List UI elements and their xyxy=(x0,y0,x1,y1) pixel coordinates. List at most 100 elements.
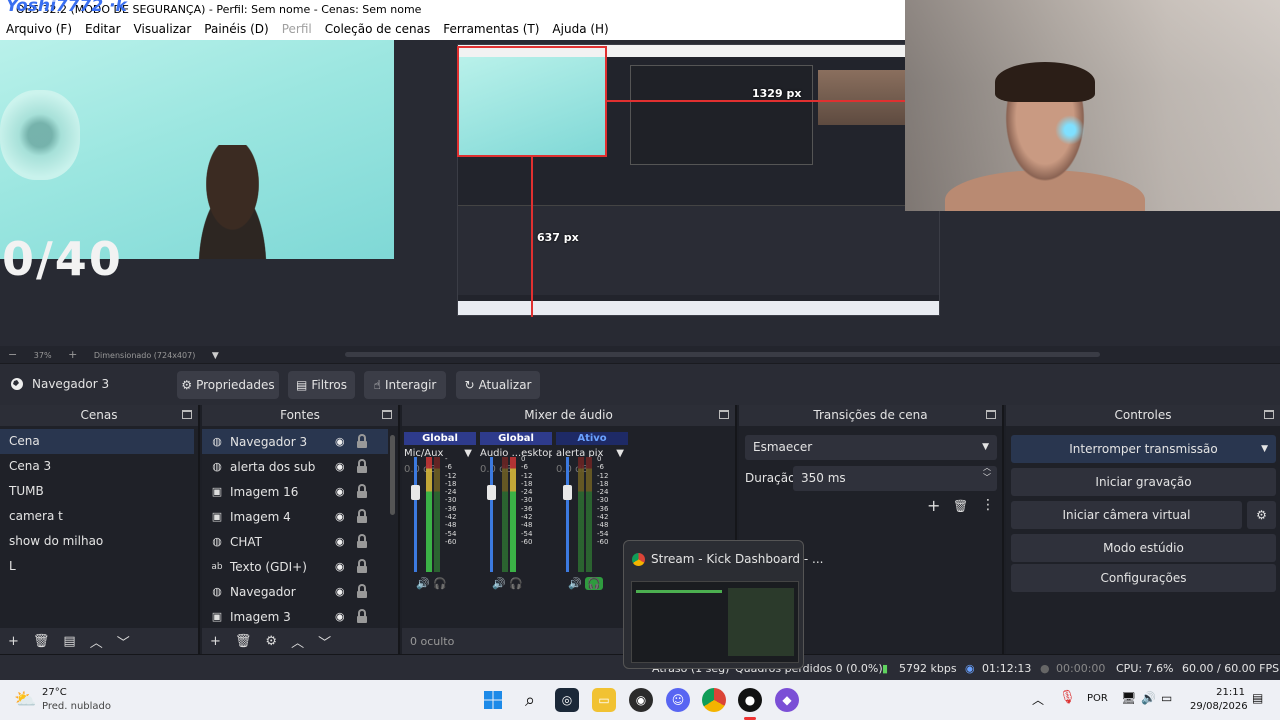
studio-mode-button[interactable]: Modo estúdio xyxy=(1011,534,1276,562)
preview-camera-source[interactable] xyxy=(0,40,394,259)
zoom-dropdown-icon[interactable]: ▼ xyxy=(212,351,219,361)
lock-icon[interactable] xyxy=(357,609,368,623)
interact-button[interactable]: ☝ Interagir xyxy=(364,371,446,399)
menu-ferramentas[interactable]: Ferramentas (T) xyxy=(443,19,539,40)
scene-item[interactable]: show do milhao xyxy=(0,529,194,554)
chevron-up-icon[interactable]: ︿ xyxy=(90,632,103,651)
source-item[interactable]: ▣ Imagem 3 ◉ xyxy=(202,604,388,629)
clock-date[interactable]: 29/08/2026 xyxy=(1190,701,1248,712)
windows-start-icon[interactable] xyxy=(481,688,505,712)
headphone-icon[interactable]: 🎧 xyxy=(433,577,447,590)
menu-perfil[interactable]: Perfil xyxy=(282,19,312,40)
eye-icon[interactable]: ◉ xyxy=(335,460,348,473)
virtual-camera-settings-button[interactable]: ⚙ xyxy=(1247,501,1276,529)
dock-popout-icon[interactable] xyxy=(1264,410,1274,419)
lock-icon[interactable] xyxy=(357,509,368,523)
spinner-arrows-icon[interactable]: ︿ ﹀ xyxy=(983,463,991,483)
speaker-icon[interactable]: 🔊 xyxy=(1141,691,1156,705)
gear-icon[interactable]: ⚙ xyxy=(265,634,277,649)
taskbar-preview-popup[interactable]: Stream - Kick Dashboard - ... xyxy=(623,540,823,669)
refresh-button[interactable]: ↻ Atualizar xyxy=(456,371,540,399)
discord-icon[interactable]: ☺ xyxy=(666,688,690,712)
volume-slider[interactable] xyxy=(414,457,417,572)
menu-colecao-cenas[interactable]: Coleção de cenas xyxy=(325,19,431,40)
weather-temp[interactable]: 27°C xyxy=(42,687,67,698)
volume-slider[interactable] xyxy=(490,457,493,572)
more-options-icon[interactable]: ⋮ xyxy=(981,497,995,513)
settings-button[interactable]: Configurações xyxy=(1011,564,1276,592)
search-icon[interactable]: ⌕ xyxy=(518,688,542,712)
volume-slider[interactable] xyxy=(566,457,569,572)
clock-time[interactable]: 21:11 xyxy=(1190,687,1245,698)
volume-slider-knob[interactable] xyxy=(487,485,496,500)
obs-icon[interactable]: ◉ xyxy=(629,688,653,712)
chevron-up-icon[interactable]: ︿ xyxy=(291,632,304,651)
menu-visualizar[interactable]: Visualizar xyxy=(134,19,192,40)
steam-icon[interactable]: ◎ xyxy=(555,688,579,712)
source-item[interactable]: ◍ Navegador 3 ◉ xyxy=(202,429,388,454)
source-item[interactable]: ◍ CHAT ◉ xyxy=(202,529,388,554)
dock-popout-icon[interactable] xyxy=(382,410,392,419)
zoom-in-button[interactable]: + xyxy=(68,348,77,361)
file-explorer-icon[interactable]: ▭ xyxy=(592,688,616,712)
source-item[interactable]: ◍ Navegador ◉ xyxy=(202,579,388,604)
lock-icon[interactable] xyxy=(357,484,368,498)
scene-item[interactable]: L xyxy=(0,554,194,579)
dock-popout-icon[interactable] xyxy=(182,410,192,419)
app-icon[interactable]: ● xyxy=(738,688,762,712)
menu-editar[interactable]: Editar xyxy=(85,19,121,40)
stop-stream-button[interactable]: Interromper transmissão ▼ xyxy=(1011,435,1276,463)
headphone-icon[interactable]: 🎧 xyxy=(585,577,603,590)
zoom-out-button[interactable]: − xyxy=(8,348,17,361)
volume-slider-knob[interactable] xyxy=(411,485,420,500)
eye-icon[interactable]: ◉ xyxy=(335,585,348,598)
headphone-icon[interactable]: 🎧 xyxy=(509,577,523,590)
lock-icon[interactable] xyxy=(357,534,368,548)
language-indicator[interactable]: POR xyxy=(1087,693,1108,704)
filters-button[interactable]: ▤ Filtros xyxy=(288,371,355,399)
dock-popout-icon[interactable] xyxy=(986,410,996,419)
eye-icon[interactable]: ◉ xyxy=(335,610,348,623)
eye-icon[interactable]: ◉ xyxy=(335,435,348,448)
add-transition-icon[interactable]: + xyxy=(927,496,940,515)
add-scene-icon[interactable]: + xyxy=(8,634,19,649)
chevron-down-icon[interactable]: ﹀ xyxy=(318,632,331,651)
chevron-down-icon[interactable]: ﹀ xyxy=(117,632,130,651)
trash-icon[interactable]: 🗑 xyxy=(235,634,252,649)
app-icon-purple[interactable]: ◆ xyxy=(775,688,799,712)
source-item[interactable]: ▣ Imagem 16 ◉ xyxy=(202,479,388,504)
preview-scrollbar[interactable] xyxy=(345,352,1100,357)
speaker-icon[interactable]: 🔊 xyxy=(492,577,506,590)
scene-item[interactable]: Cena xyxy=(0,429,194,454)
weather-cloud-icon[interactable]: ⛅ xyxy=(14,689,36,710)
scene-item[interactable]: TUMB xyxy=(0,479,194,504)
eye-icon[interactable]: ◉ xyxy=(335,560,348,573)
chevron-up-icon[interactable]: ︿ xyxy=(1032,691,1044,708)
speaker-icon[interactable]: 🔊 xyxy=(416,577,430,590)
properties-button[interactable]: ⚙ Propriedades xyxy=(177,371,279,399)
eye-icon[interactable]: ◉ xyxy=(335,485,348,498)
source-item[interactable]: ab Texto (GDI+) ◉ xyxy=(202,554,388,579)
popup-thumbnail[interactable] xyxy=(631,581,799,663)
source-item[interactable]: ◍ alerta dos sub ◉ xyxy=(202,454,388,479)
microphone-icon[interactable]: 🎙 xyxy=(1059,690,1076,705)
lock-icon[interactable] xyxy=(357,584,368,598)
start-virtual-camera-button[interactable]: Iniciar câmera virtual xyxy=(1011,501,1242,529)
chrome-icon[interactable] xyxy=(702,688,726,712)
scene-item[interactable]: camera t xyxy=(0,504,194,529)
add-source-icon[interactable]: + xyxy=(210,634,221,649)
trash-icon[interactable]: 🗑 xyxy=(33,634,50,649)
sources-scrollbar[interactable] xyxy=(390,435,395,515)
network-icon[interactable]: 🖥 xyxy=(1121,691,1136,705)
volume-slider-knob[interactable] xyxy=(563,485,572,500)
lock-icon[interactable] xyxy=(357,434,368,448)
menu-arquivo[interactable]: Arquivo (F) xyxy=(6,19,72,40)
duration-input[interactable]: 350 ms ︿ ﹀ xyxy=(793,463,997,491)
eye-icon[interactable]: ◉ xyxy=(335,535,348,548)
lock-icon[interactable] xyxy=(357,559,368,573)
speaker-icon[interactable]: 🔊 xyxy=(568,577,582,590)
source-selection-box[interactable] xyxy=(457,46,607,157)
dock-popout-icon[interactable] xyxy=(719,410,729,419)
menu-paineis[interactable]: Painéis (D) xyxy=(204,19,268,40)
menu-ajuda[interactable]: Ajuda (H) xyxy=(552,19,608,40)
